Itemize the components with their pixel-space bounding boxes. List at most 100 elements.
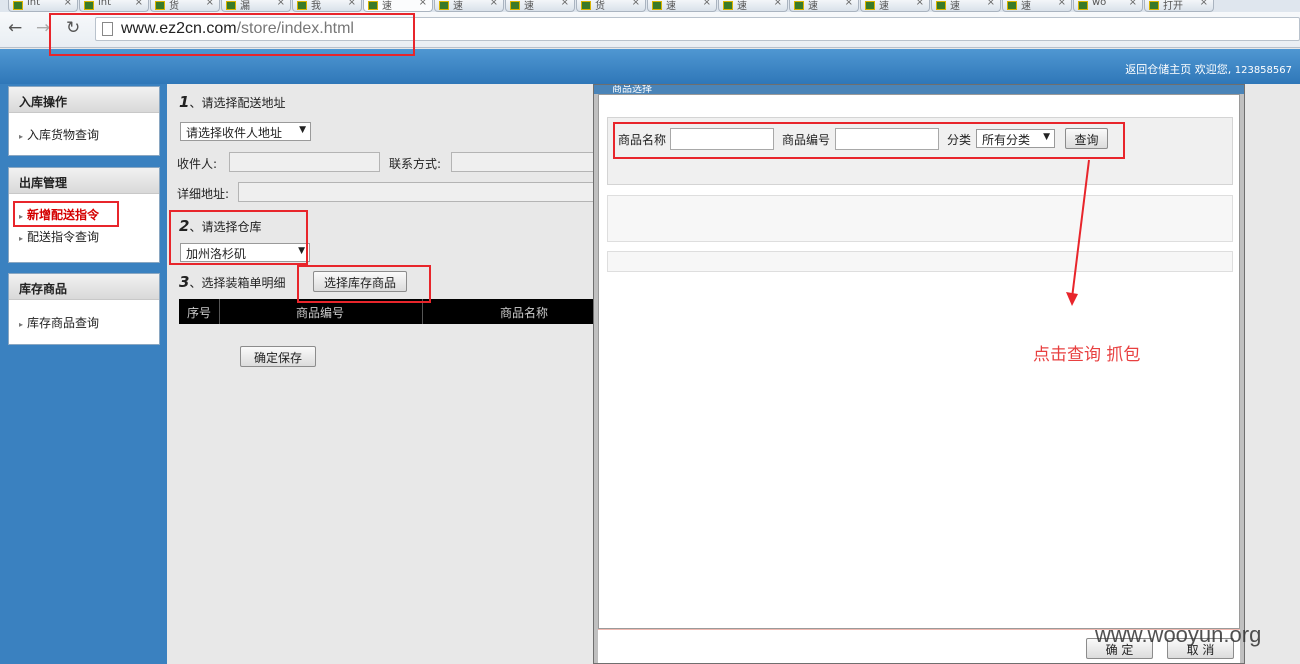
sidebar-item-stock-query[interactable]: ▸ 库存商品查询 (9, 300, 159, 342)
delivery-form: 1、请选择配送地址 请选择收件人地址 ▼ 收件人: 联系方式: 详细地址: 2、请… (167, 84, 594, 664)
tab-favicon-icon (936, 1, 946, 10)
tab-close-icon[interactable]: × (845, 0, 853, 8)
annotation-box-warehouse (169, 210, 308, 265)
browser-tab[interactable]: 打开 × (1144, 0, 1214, 12)
tab-label: 我 (311, 1, 321, 12)
tab-label: 速 (737, 1, 747, 12)
tab-label: wo (1092, 0, 1107, 8)
dialog-body: 商品名称 商品编号 分类 所有分类 ▼ 查询 (598, 94, 1240, 629)
tab-favicon-icon (1007, 1, 1017, 10)
tab-label: 速 (382, 1, 392, 12)
tab-close-icon[interactable]: × (135, 0, 143, 8)
browser-tab[interactable]: int × (8, 0, 78, 12)
header-info: 返回仓储主页 欢迎您, 123858567 (1125, 61, 1292, 77)
browser-tab[interactable]: 速 × (718, 0, 788, 12)
annotation-box-choose (297, 265, 431, 303)
browser-tab[interactable]: 速 × (860, 0, 930, 12)
recipient-input[interactable] (229, 152, 380, 172)
sidebar-item-inbound-query[interactable]: ▸ 入库货物查询 (9, 113, 159, 153)
contact-input[interactable] (451, 152, 594, 172)
sidebar: 入库操作 ▸ 入库货物查询 出库管理 ▸ 新增配送指令 ▸ 配送指令查询 库存商品 ▸… (0, 84, 167, 664)
tab-close-icon[interactable]: × (206, 0, 214, 8)
save-button[interactable]: 确定保存 (240, 346, 316, 367)
browser-tab[interactable]: 速 × (1002, 0, 1072, 12)
tab-favicon-icon (84, 1, 94, 10)
annotation-note: 点击查询 抓包 (1033, 345, 1141, 365)
browser-tab[interactable]: 漏 × (221, 0, 291, 12)
tab-label: 货 (169, 1, 179, 12)
browser-tab[interactable]: 速 × (647, 0, 717, 12)
tab-favicon-icon (510, 1, 520, 10)
browser-tab[interactable]: 速 × (931, 0, 1001, 12)
sidebar-section-inbound: 入库操作 ▸ 入库货物查询 (8, 86, 160, 156)
tab-favicon-icon (439, 1, 449, 10)
tab-favicon-icon (794, 1, 804, 10)
tab-favicon-icon (581, 1, 591, 10)
browser-tab[interactable]: 速 × (789, 0, 859, 12)
dropdown-arrow-icon: ▼ (299, 125, 306, 135)
result-list (607, 195, 1233, 242)
home-link[interactable]: 返回仓储主页 (1125, 63, 1191, 76)
col-divider (219, 299, 220, 324)
browser-tab[interactable]: 速 × (363, 0, 433, 12)
tab-label: 速 (1021, 1, 1031, 12)
contact-label: 联系方式: (389, 157, 442, 171)
tab-label: 打开 (1163, 1, 1183, 12)
browser-tab[interactable]: 我 × (292, 0, 362, 12)
tab-close-icon[interactable]: × (277, 0, 285, 8)
tab-close-icon[interactable]: × (703, 0, 711, 8)
col-product-name: 商品名称 (500, 306, 549, 320)
sidebar-section-stock: 库存商品 ▸ 库存商品查询 (8, 273, 160, 345)
browser-tab[interactable]: wo × (1073, 0, 1143, 12)
tab-favicon-icon (1078, 1, 1088, 10)
browser-tab[interactable]: 货 × (576, 0, 646, 12)
tab-label: 速 (524, 1, 534, 12)
tab-label: 货 (595, 1, 605, 12)
sidebar-item-delivery-query[interactable]: ▸ 配送指令查询 (9, 226, 159, 250)
tab-close-icon[interactable]: × (774, 0, 782, 8)
username: 123858567 (1234, 65, 1292, 76)
watermark: www.wooyun.org (1095, 622, 1262, 647)
annotation-box-sidebar (13, 201, 119, 227)
annotation-box-search (613, 122, 1125, 159)
tab-label: 漏 (240, 1, 250, 12)
browser-tab[interactable]: int × (79, 0, 149, 12)
recipient-label: 收件人: (177, 157, 218, 171)
product-select-dialog: 商品选择 商品名称 商品编号 分类 所有分类 ▼ 查询 确 定 取 消 (593, 84, 1245, 664)
tab-close-icon[interactable]: × (1129, 0, 1137, 8)
tab-close-icon[interactable]: × (916, 0, 924, 8)
tab-close-icon[interactable]: × (1058, 0, 1066, 8)
tab-close-icon[interactable]: × (64, 0, 72, 8)
step-3-heading: 3、选择装箱单明细 (179, 273, 286, 291)
tab-close-icon[interactable]: × (561, 0, 569, 8)
tab-close-icon[interactable]: × (1200, 0, 1208, 8)
tab-label: 速 (950, 1, 960, 12)
browser-tab[interactable]: 货 × (150, 0, 220, 12)
address-select[interactable]: 请选择收件人地址 ▼ (180, 122, 311, 141)
back-icon[interactable]: ← (8, 18, 22, 38)
tab-favicon-icon (723, 1, 733, 10)
tab-close-icon[interactable]: × (632, 0, 640, 8)
col-product-code: 商品编号 (296, 306, 345, 320)
tab-label: 速 (879, 1, 889, 12)
annotation-arrow-icon (1066, 159, 1090, 306)
detail-address-input[interactable] (238, 182, 594, 202)
tab-close-icon[interactable]: × (348, 0, 356, 8)
browser-tab[interactable]: 速 × (434, 0, 504, 12)
tab-label: 速 (808, 1, 818, 12)
bullet-icon: ▸ (19, 234, 24, 243)
step-1-heading: 1、请选择配送地址 (179, 93, 286, 111)
tab-favicon-icon (652, 1, 662, 10)
browser-tab[interactable]: 速 × (505, 0, 575, 12)
tab-close-icon[interactable]: × (987, 0, 995, 8)
tab-favicon-icon (1149, 1, 1159, 10)
tab-label: 速 (453, 1, 463, 12)
page-gutter (1245, 84, 1300, 664)
tab-label: int (98, 0, 112, 8)
dialog-title: 商品选择 (594, 85, 1244, 94)
tab-close-icon[interactable]: × (490, 0, 498, 8)
sidebar-section-title: 入库操作 (9, 87, 159, 113)
tab-label: int (27, 0, 41, 8)
tab-close-icon[interactable]: × (419, 0, 427, 8)
tab-favicon-icon (297, 1, 307, 10)
